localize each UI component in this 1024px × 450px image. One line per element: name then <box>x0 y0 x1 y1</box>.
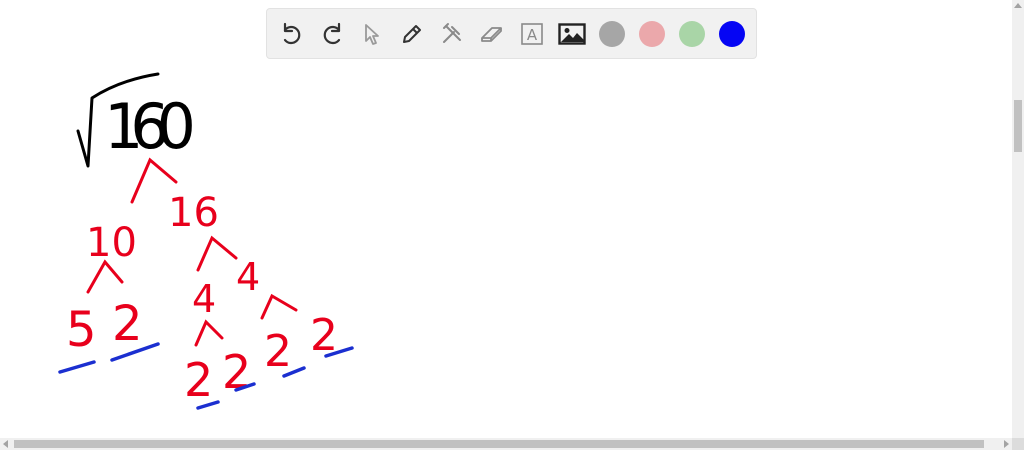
factor-4b: 4 <box>236 255 260 299</box>
factor-2b: 2 <box>184 353 213 407</box>
horizontal-scrollbar[interactable] <box>0 438 1012 450</box>
scroll-right-arrow-icon[interactable] <box>1004 440 1009 448</box>
vertical-scroll-thumb[interactable] <box>1014 100 1022 152</box>
drawing-canvas[interactable]: 160 10 16 5 2 4 4 2 2 2 2 <box>0 0 1012 438</box>
undo-icon[interactable] <box>277 19 307 49</box>
color-gray-swatch[interactable] <box>599 21 625 47</box>
factor-5: 5 <box>66 302 97 358</box>
factor-2d: 2 <box>264 326 292 377</box>
image-icon[interactable] <box>557 19 587 49</box>
factor-10: 10 <box>86 220 137 266</box>
factor-4a: 4 <box>192 277 216 321</box>
drawing-toolbar: A <box>266 8 757 59</box>
factor-16: 16 <box>168 190 219 236</box>
color-pink-swatch[interactable] <box>639 21 665 47</box>
color-green-swatch[interactable] <box>679 21 705 47</box>
svg-text:A: A <box>527 26 538 44</box>
tools-icon[interactable] <box>437 19 467 49</box>
radicand-text: 160 <box>104 90 196 163</box>
branch-16 <box>196 235 238 272</box>
branch-4a <box>194 319 224 347</box>
horizontal-scroll-thumb[interactable] <box>14 440 984 448</box>
pencil-icon[interactable] <box>397 19 427 49</box>
scrollbar-corner <box>1012 438 1024 450</box>
scroll-left-arrow-icon[interactable] <box>3 440 8 448</box>
color-blue-swatch[interactable] <box>719 21 745 47</box>
underline-5 <box>58 360 96 374</box>
redo-icon[interactable] <box>317 19 347 49</box>
select-cursor-icon[interactable] <box>357 19 387 49</box>
text-icon[interactable]: A <box>517 19 547 49</box>
eraser-icon[interactable] <box>477 19 507 49</box>
factor-2a: 2 <box>112 296 143 352</box>
branch-4b <box>260 293 298 320</box>
vertical-scrollbar[interactable] <box>1012 0 1024 438</box>
branch-10 <box>86 259 124 294</box>
scroll-up-arrow-icon[interactable] <box>1014 3 1022 8</box>
